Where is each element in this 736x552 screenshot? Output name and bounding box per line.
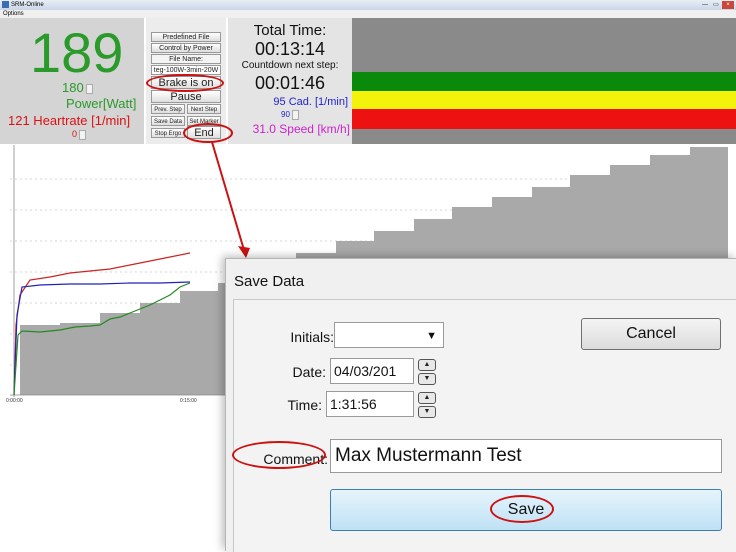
initials-combobox[interactable]: ▼ — [334, 322, 444, 348]
brake-highlight-oval — [146, 74, 224, 92]
initials-label: Initials: — [290, 329, 334, 345]
end-highlight-oval — [183, 123, 233, 143]
date-down-icon[interactable]: ▼ — [418, 373, 436, 385]
date-label: Date: — [292, 364, 326, 380]
time-down-icon[interactable]: ▼ — [418, 406, 436, 418]
time-label: Time: — [287, 397, 322, 413]
time-spinner[interactable]: ▲ ▼ — [418, 392, 438, 418]
date-field[interactable]: 04/03/201 — [330, 358, 414, 384]
time-up-icon[interactable]: ▲ — [418, 392, 436, 404]
save-highlight-oval — [490, 495, 554, 523]
time-field[interactable]: 1:31:56 — [326, 391, 414, 417]
dialog-body: Initials: ▼ Date: 04/03/201 ▲ ▼ Time: 1:… — [233, 299, 736, 552]
cancel-button[interactable]: Cancel — [581, 318, 721, 350]
save-data-dialog: Save Data Initials: ▼ Date: 04/03/201 ▲ … — [225, 258, 736, 552]
comment-field[interactable]: Max Mustermann Test — [330, 439, 722, 473]
dropdown-arrow-icon[interactable]: ▼ — [426, 324, 437, 348]
date-spinner[interactable]: ▲ ▼ — [418, 359, 438, 385]
date-up-icon[interactable]: ▲ — [418, 359, 436, 371]
comment-highlight-oval — [232, 441, 326, 469]
dialog-title: Save Data — [234, 273, 305, 290]
